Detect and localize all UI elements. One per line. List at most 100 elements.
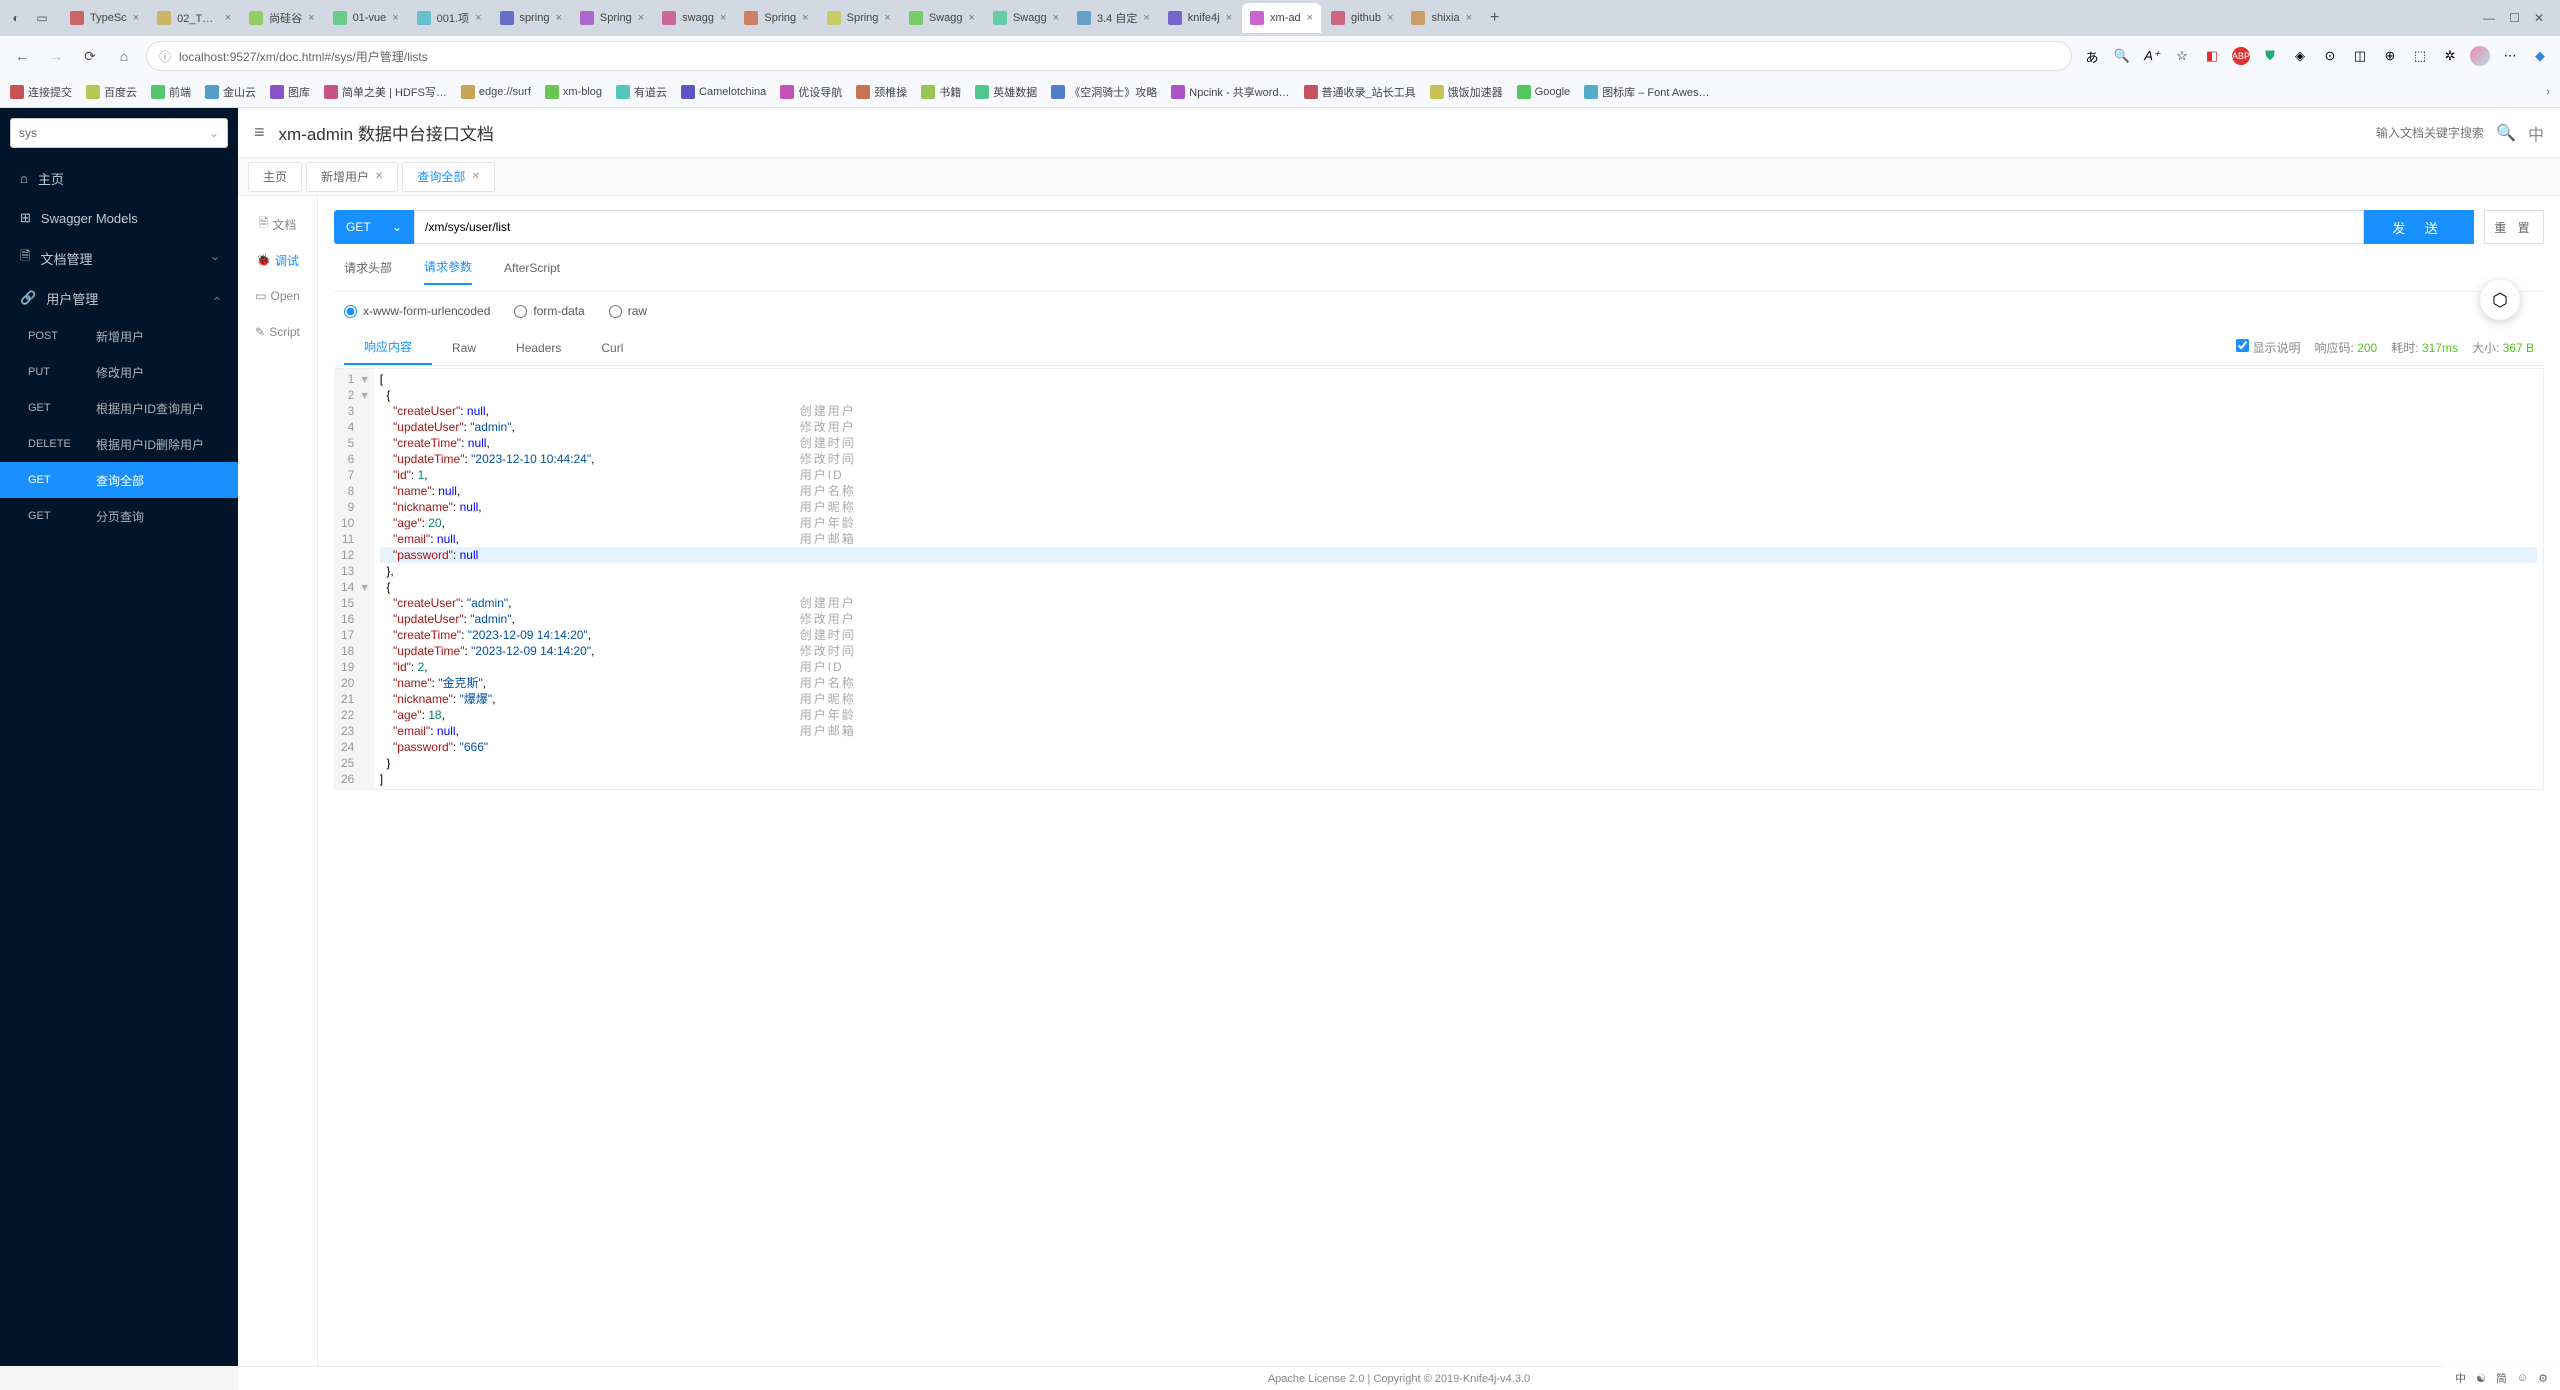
encoding-urlencoded[interactable]: x-www-form-urlencoded [344,304,490,318]
sidebar-group-select[interactable]: sys⌄ [10,118,228,148]
floating-assist-icon[interactable]: ⬡ [2480,280,2520,320]
left-nav-script[interactable]: ✎Script [238,314,317,350]
sidebar-endpoint[interactable]: GET根据用户ID查询用户 [0,390,238,426]
subtab-params[interactable]: 请求参数 [424,258,472,285]
subtab-afterscript[interactable]: AfterScript [504,261,560,283]
bookmark-item[interactable]: 书籍 [921,84,961,100]
browser-tab[interactable]: Spring× [736,3,816,33]
bookmark-item[interactable]: Npcink - 共享word… [1171,84,1289,100]
browser-tab[interactable]: 02_TS基× [149,3,239,33]
maximize-icon[interactable]: ☐ [2509,11,2520,25]
response-body[interactable]: 1 ▾2 ▾3 4 5 6 7 8 9 10 11 12 13 14 ▾15 1… [334,368,2544,790]
encoding-raw[interactable]: raw [609,304,647,318]
sidebar-item-doc[interactable]: 🗎 文档管理 [0,238,238,278]
tray-settings-icon[interactable]: ⚙ [2538,1372,2548,1385]
reset-button[interactable]: 重 置 [2484,210,2544,244]
page-tab[interactable]: 主页 [248,162,302,192]
home-button[interactable]: ⌂ [112,44,136,68]
browser-tab[interactable]: 01-vue× [325,3,407,33]
send-button[interactable]: 发 送 [2364,210,2474,244]
copilot-icon[interactable]: ◆ [2530,46,2550,66]
new-tab-button[interactable]: + [1482,9,1507,27]
reader-icon[interactable]: あ [2082,46,2102,66]
sidebar-endpoint[interactable]: POST新增用户 [0,318,238,354]
bookmarks-overflow[interactable]: › [2546,86,2550,98]
adblock-icon[interactable]: ABP [2232,47,2250,65]
bookmark-item[interactable]: 前端 [151,84,191,100]
page-tab[interactable]: 查询全部✕ [402,162,494,192]
collapse-sidebar-icon[interactable]: ≡ [254,122,265,143]
bookmark-item[interactable]: 简单之美 | HDFS写… [324,84,447,100]
ext3-icon[interactable]: ⊙ [2320,46,2340,66]
resp-tab-raw[interactable]: Raw [432,330,496,365]
left-nav-doc[interactable]: 🗎文档 [238,206,317,242]
browser-tab[interactable]: 3.4 自定× [1069,3,1158,33]
bookmark-item[interactable]: edge://surf [461,84,531,100]
browser-tab[interactable]: Swagg× [901,3,983,33]
close-window-icon[interactable]: ✕ [2534,11,2544,25]
bookmark-item[interactable]: Camelotchina [681,84,766,100]
collections-icon[interactable]: ⊕ [2380,46,2400,66]
doc-search-input[interactable] [2334,126,2484,140]
bookmark-item[interactable]: xm-blog [545,84,602,100]
bookmark-item[interactable]: 普通收录_站长工具 [1304,84,1416,100]
bookmark-item[interactable]: 百度云 [86,84,137,100]
search-icon[interactable]: 🔍 [2496,123,2516,143]
resp-tab-content[interactable]: 响应内容 [344,330,432,365]
resp-tab-headers[interactable]: Headers [496,330,581,365]
bookmark-item[interactable]: 有道云 [616,84,667,100]
bookmark-item[interactable]: 《空洞骑士》攻略 [1051,84,1157,100]
bookmark-item[interactable]: 颈椎操 [856,84,907,100]
extensions-icon[interactable]: ⬚ [2410,46,2430,66]
settings-icon[interactable]: ✲ [2440,46,2460,66]
sidebar-item-user[interactable]: 🔗 用户管理 [0,278,238,318]
tablist-icon[interactable]: ▭ [32,8,52,28]
shield-icon[interactable]: ⛊ [2260,46,2280,66]
browser-tab[interactable]: shixia× [1403,3,1480,33]
url-input[interactable]: ⓘ localhost:9527/xm/doc.html#/sys/用户管理/l… [146,41,2072,71]
subtab-headers[interactable]: 请求头部 [344,259,392,284]
browser-tab[interactable]: knife4j× [1160,3,1240,33]
browser-tab[interactable]: 尚硅谷× [241,3,322,33]
sidebar-endpoint[interactable]: GET查询全部 [0,462,238,498]
app-icon[interactable]: ◐ [6,8,26,28]
ext2-icon[interactable]: ◈ [2290,46,2310,66]
sidebar-endpoint[interactable]: PUT修改用户 [0,354,238,390]
encoding-formdata[interactable]: form-data [514,304,584,318]
bookmark-item[interactable]: 优设导航 [780,84,842,100]
browser-tab[interactable]: github× [1323,3,1401,33]
browser-tab[interactable]: spring× [492,3,570,33]
ime-indicator[interactable]: 中 [2455,1370,2466,1386]
sidebar-item-home[interactable]: ⌂ 主页 [0,158,238,198]
search-icon[interactable]: 🔍 [2112,46,2132,66]
request-url-input[interactable] [414,210,2364,244]
browser-tab[interactable]: TypeSc× [62,3,147,33]
browser-tab[interactable]: xm-ad× [1242,3,1321,33]
browser-tab[interactable]: Spring× [572,3,652,33]
browser-tab[interactable]: swagg× [654,3,734,33]
more-icon[interactable]: ⋯ [2500,46,2520,66]
sidebar-endpoint[interactable]: DELETE根据用户ID删除用户 [0,426,238,462]
sidebar-endpoint[interactable]: GET分页查询 [0,498,238,534]
ime-lang[interactable]: 简 [2496,1370,2507,1386]
back-button[interactable]: ← [10,44,34,68]
ime-mode-icon[interactable]: ☯ [2476,1372,2486,1385]
sidebar-item-swagger[interactable]: ⊞ Swagger Models [0,198,238,238]
bookmark-item[interactable]: 图库 [270,84,310,100]
split-icon[interactable]: ◫ [2350,46,2370,66]
profile-avatar[interactable] [2470,46,2490,66]
browser-tab[interactable]: Spring× [819,3,899,33]
page-tab[interactable]: 新增用户✕ [306,162,398,192]
browser-tab[interactable]: Swagg× [985,3,1067,33]
voice-icon[interactable]: A⁺ [2142,46,2162,66]
http-method-select[interactable]: GET⌄ [334,210,414,244]
bookmark-item[interactable]: 图标库 – Font Awes… [1584,84,1709,100]
favorite-icon[interactable]: ☆ [2172,46,2192,66]
lang-toggle[interactable]: 中 [2528,121,2544,145]
reload-button[interactable]: ⟳ [78,44,102,68]
forward-button[interactable]: → [44,44,68,68]
tray-icon[interactable]: ☺ [2517,1372,2528,1384]
resp-tab-curl[interactable]: Curl [581,330,643,365]
bookmark-item[interactable]: 连接提交 [10,84,72,100]
show-desc-checkbox[interactable]: 显示说明 [2236,339,2300,356]
